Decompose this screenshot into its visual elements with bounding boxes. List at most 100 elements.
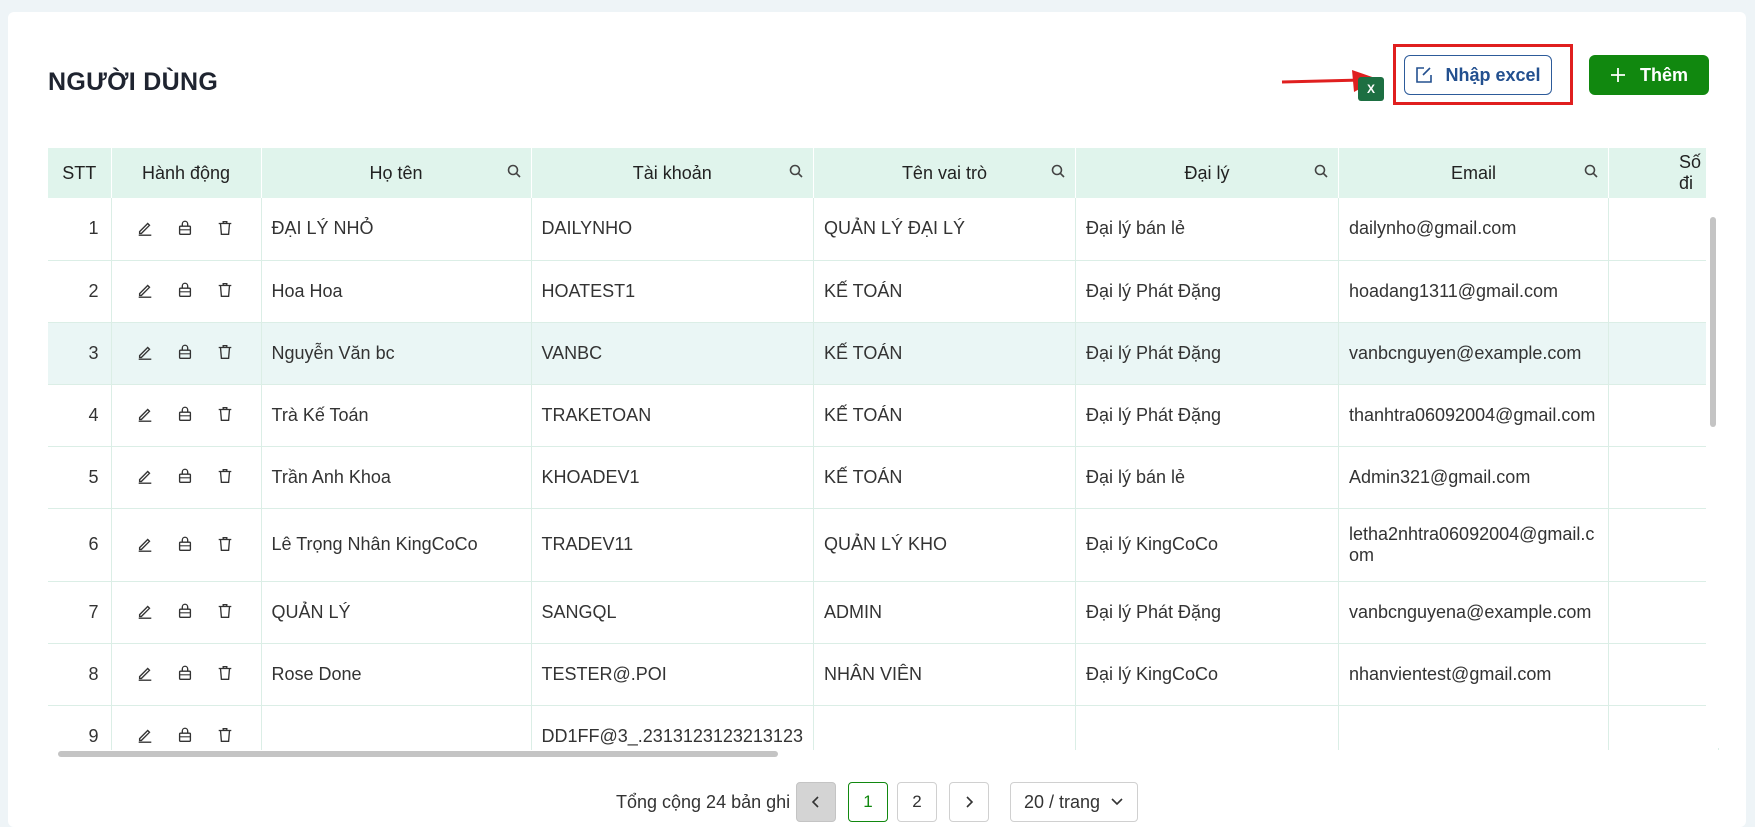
delete-button[interactable] bbox=[216, 281, 236, 301]
table-row[interactable]: 9 DD1FF@3_.2313123123213123 bbox=[48, 705, 1719, 750]
add-button[interactable]: Thêm bbox=[1589, 55, 1709, 95]
cell-stt: 3 bbox=[48, 322, 112, 385]
cell-role: NHÂN VIÊN bbox=[813, 643, 1076, 706]
cell-actions bbox=[111, 446, 262, 509]
lock-button[interactable] bbox=[176, 535, 196, 555]
lock-button[interactable] bbox=[176, 664, 196, 684]
table-row[interactable]: 6 Lê Trọng Nhân KingCoCo TRADEV11 QUẢN LÝ K… bbox=[48, 508, 1719, 582]
cell-account: DAILYNHO bbox=[531, 198, 814, 261]
edit-button[interactable] bbox=[136, 219, 156, 239]
prev-page-button[interactable] bbox=[796, 782, 836, 822]
cell-agency: Đại lý KingCoCo bbox=[1075, 643, 1339, 706]
lock-button[interactable] bbox=[176, 405, 196, 425]
cell-role: ADMIN bbox=[813, 581, 1076, 644]
edit-button[interactable] bbox=[136, 281, 156, 301]
col-stt: STT bbox=[48, 148, 112, 198]
edit-button[interactable] bbox=[136, 602, 156, 622]
table-row[interactable]: 4 Trà Kế Toán TRAKETOAN KẾ TOÁN Đại lý Phát … bbox=[48, 384, 1719, 447]
vertical-scroll-thumb[interactable] bbox=[1710, 217, 1716, 427]
edit-button[interactable] bbox=[136, 343, 156, 363]
lock-icon bbox=[178, 344, 192, 359]
page-1-button[interactable]: 1 bbox=[848, 782, 888, 822]
cell-stt: 5 bbox=[48, 446, 112, 509]
next-page-button[interactable] bbox=[949, 782, 989, 822]
table-row[interactable]: 7 QUẢN LÝ SANGQL ADMIN Đại lý Phát Đặng vanbc… bbox=[48, 581, 1719, 644]
cell-account: KHOADEV1 bbox=[531, 446, 814, 509]
edit-button[interactable] bbox=[136, 726, 156, 746]
cell-agency bbox=[1075, 705, 1339, 750]
table-header: STT Hành động Họ tên Tài khoản Tên vai t… bbox=[48, 148, 1719, 198]
page-size-value: 20 / trang bbox=[1023, 791, 1101, 812]
delete-button[interactable] bbox=[216, 726, 236, 746]
search-icon[interactable] bbox=[1051, 164, 1065, 178]
cell-name: Hoa Hoa bbox=[261, 260, 532, 323]
lock-icon bbox=[178, 603, 192, 618]
cell-phone bbox=[1608, 643, 1719, 706]
vertical-scrollbar[interactable] bbox=[1706, 148, 1726, 748]
table-row[interactable]: 3 Nguyễn Văn bc VANBC KẾ TOÁN Đại lý Phát Đặ… bbox=[48, 322, 1719, 385]
delete-button[interactable] bbox=[216, 664, 236, 684]
chevron-right-icon bbox=[966, 796, 974, 808]
col-name: Họ tên bbox=[261, 148, 532, 198]
cell-actions bbox=[111, 198, 262, 261]
cell-account: VANBC bbox=[531, 322, 814, 385]
delete-button[interactable] bbox=[216, 219, 236, 239]
table-row[interactable]: 1 ĐẠI LÝ NHỎ DAILYNHO QUẢN LÝ ĐẠI LÝ Đại lý … bbox=[48, 198, 1719, 261]
cell-stt: 7 bbox=[48, 581, 112, 644]
cell-actions bbox=[111, 643, 262, 706]
edit-button[interactable] bbox=[136, 535, 156, 555]
trash-icon bbox=[218, 604, 232, 618]
horizontal-scroll-thumb[interactable] bbox=[58, 751, 778, 757]
cell-actions bbox=[111, 322, 262, 385]
cell-name: Trà Kế Toán bbox=[261, 384, 532, 447]
cell-name: Nguyễn Văn bc bbox=[261, 322, 532, 385]
lock-button[interactable] bbox=[176, 602, 196, 622]
cell-name: Lê Trọng Nhân KingCoCo bbox=[261, 508, 532, 582]
search-icon[interactable] bbox=[1314, 164, 1328, 178]
cell-stt: 9 bbox=[48, 705, 112, 750]
cell-agency: Đại lý Phát Đặng bbox=[1075, 581, 1339, 644]
search-icon[interactable] bbox=[789, 164, 803, 178]
edit-button[interactable] bbox=[136, 664, 156, 684]
lock-icon bbox=[178, 536, 192, 551]
search-icon[interactable] bbox=[507, 164, 521, 178]
page-size-select[interactable]: 20 / trang bbox=[1010, 782, 1138, 822]
col-actions: Hành động bbox=[111, 148, 262, 198]
lock-button[interactable] bbox=[176, 467, 196, 487]
trash-icon bbox=[218, 220, 232, 235]
cell-email: nhanvientest@gmail.com bbox=[1338, 643, 1609, 706]
delete-button[interactable] bbox=[216, 405, 236, 425]
lock-button[interactable] bbox=[176, 219, 196, 239]
table-row[interactable]: 8 Rose Done TESTER@.POI NHÂN VIÊN Đại lý Kin… bbox=[48, 643, 1719, 706]
delete-button[interactable] bbox=[216, 602, 236, 622]
edit-icon bbox=[138, 284, 152, 298]
table-row[interactable]: 2 Hoa Hoa HOATEST1 KẾ TOÁN Đại lý Phát Đặng h… bbox=[48, 260, 1719, 323]
trash-icon bbox=[218, 728, 232, 742]
cell-agency: Đại lý Phát Đặng bbox=[1075, 322, 1339, 385]
delete-button[interactable] bbox=[216, 343, 236, 363]
page-2-button[interactable]: 2 bbox=[897, 782, 937, 822]
cell-phone bbox=[1608, 581, 1719, 644]
table-row[interactable]: 5 Trần Anh Khoa KHOADEV1 KẾ TOÁN Đại lý bán … bbox=[48, 446, 1719, 509]
cell-stt: 8 bbox=[48, 643, 112, 706]
trash-icon bbox=[218, 469, 232, 483]
lock-button[interactable] bbox=[176, 281, 196, 301]
users-card: NGƯỜI DÙNG X Nhập excel Thêm STT Hành độ… bbox=[8, 12, 1746, 827]
edit-button[interactable] bbox=[136, 467, 156, 487]
import-excel-label: Nhập excel bbox=[1445, 64, 1541, 85]
import-excel-button[interactable]: Nhập excel bbox=[1404, 55, 1552, 95]
lock-button[interactable] bbox=[176, 343, 196, 363]
cell-role: QUẢN LÝ KHO bbox=[813, 508, 1076, 582]
excel-icon[interactable]: X bbox=[1358, 77, 1384, 101]
cell-agency: Đại lý bán lẻ bbox=[1075, 198, 1339, 261]
edit-icon bbox=[138, 667, 152, 681]
cell-phone bbox=[1608, 260, 1719, 323]
trash-icon bbox=[218, 407, 232, 421]
edit-button[interactable] bbox=[136, 405, 156, 425]
delete-button[interactable] bbox=[216, 467, 236, 487]
lock-button[interactable] bbox=[176, 726, 196, 746]
cell-role bbox=[813, 705, 1076, 750]
delete-button[interactable] bbox=[216, 535, 236, 555]
search-icon[interactable] bbox=[1584, 164, 1598, 178]
cell-email: thanhtra06092004@gmail.com bbox=[1338, 384, 1609, 447]
